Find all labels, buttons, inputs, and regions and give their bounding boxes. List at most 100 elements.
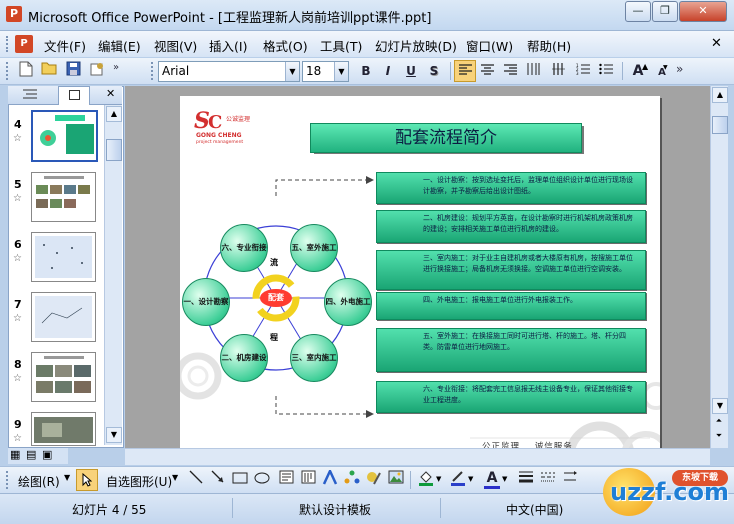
slide-thumbnail[interactable] [31,232,96,282]
flow-circle-power[interactable]: 四、外电施工 [324,278,372,326]
justify-icon[interactable] [523,61,543,81]
slide-thumbnail[interactable] [31,352,96,402]
decrease-font-button[interactable]: A [652,63,672,83]
scroll-down-icon[interactable]: ▼ [106,427,122,443]
drawbar-grip[interactable] [6,471,12,489]
menu-tools[interactable]: 工具(T) [320,36,362,55]
open-folder-icon[interactable] [39,61,59,81]
restore-button[interactable]: ❐ [652,1,678,22]
menu-view[interactable]: 视图(V) [154,36,197,55]
font-name-select[interactable]: Arial ▼ [158,61,300,82]
slide-thumbnail[interactable] [31,412,96,446]
horizontal-scrollbar[interactable] [125,448,710,465]
new-document-icon[interactable] [16,61,36,81]
select-objects-button[interactable] [76,469,98,491]
align-left-icon[interactable] [454,60,476,82]
bold-button[interactable]: B [356,61,376,81]
arrow-style-icon[interactable] [560,470,580,490]
slide-scrollbar[interactable]: ▲ ▼ ⏶ ⏷ [710,86,728,448]
document-icon[interactable]: P [15,35,33,53]
flow-circle-handover[interactable]: 六、专业衔接 [220,224,268,272]
insert-picture-icon[interactable] [386,470,406,490]
draw-menu-button[interactable]: 绘图(R) [18,473,60,490]
dash-style-icon[interactable] [538,470,558,490]
permission-icon[interactable] [87,61,107,81]
wordart-icon[interactable] [320,468,340,490]
step-box-indoor[interactable]: 三、室内施工：对于业主自建机房或者大楼原有机房，按搜施工单位进行换接施工；局备机… [376,250,646,290]
slide-canvas[interactable]: S C GONG CHENG project management 公诚监理 配… [180,96,660,456]
align-center-icon[interactable] [477,61,497,81]
previous-slide-icon[interactable]: ⏶ [712,414,726,428]
step-box-power[interactable]: 四、外电施工：报电施工单位进行外电报装工作。 [376,292,646,320]
menu-window[interactable]: 窗口(W) [466,36,513,55]
normal-view-icon[interactable]: ▦ [10,448,20,461]
menu-insert[interactable]: 插入(I) [209,36,247,55]
autoshapes-menu-button[interactable]: 自选图形(U) [106,473,172,490]
minimize-button[interactable]: — [625,1,651,22]
shadow-button[interactable]: S [424,61,444,81]
slides-tab[interactable] [58,86,90,105]
step-box-outdoor[interactable]: 五、室外施工：在换接施工同时可进行塔、杆的施工。塔、杆分四类。防雷单位进行地网施… [376,328,646,372]
save-icon[interactable] [63,61,83,81]
chevron-down-icon[interactable]: ▼ [502,475,507,483]
fill-color-icon[interactable] [416,470,436,490]
oval-tool-icon[interactable] [252,470,272,490]
toolbar-options-icon[interactable]: » [676,62,683,76]
slide-title[interactable]: 配套流程简介 [310,123,582,153]
step-box-room[interactable]: 二、机房建设：规划平方英亩，在设计勘察时进行机架机房政策机房的建设；安排相关施工… [376,210,646,243]
menu-edit[interactable]: 编辑(E) [98,36,141,55]
scroll-thumb[interactable] [712,116,728,134]
line-tool-icon[interactable] [186,470,206,490]
slideshow-view-icon[interactable]: ▣ [42,448,52,461]
menu-help[interactable]: 帮助(H) [527,36,571,55]
chevron-down-icon[interactable]: ▼ [436,475,441,483]
textbox-tool-icon[interactable] [276,470,296,490]
format-toolbar-grip[interactable] [151,62,157,80]
step-box-design[interactable]: 一、设计勘察：按到选址变托后，监理单位组织设计单位进行现场设计勘察，并予勘察后给… [376,172,646,204]
slide-sorter-view-icon[interactable]: ▤ [26,448,36,461]
line-color-icon[interactable] [448,470,468,490]
chevron-down-icon[interactable]: ▼ [334,62,348,81]
font-color-icon[interactable]: A [482,470,502,490]
menu-format[interactable]: 格式(O) [263,36,308,55]
scroll-down-icon[interactable]: ▼ [712,398,728,414]
chevron-down-icon[interactable]: ▼ [172,473,178,482]
rectangle-tool-icon[interactable] [230,470,250,490]
chevron-down-icon[interactable]: ▼ [285,62,299,81]
underline-button[interactable]: U [401,61,421,81]
powerpoint-app-icon[interactable]: P [6,6,22,22]
menu-file[interactable]: 文件(F) [44,36,86,55]
toolbar-grip[interactable] [6,62,12,80]
slides-pane-scrollbar[interactable]: ▲ ▼ [104,105,122,445]
line-style-icon[interactable] [516,470,536,490]
numbering-icon[interactable]: 123 [573,61,593,81]
next-slide-icon[interactable]: ⏷ [712,429,726,443]
step-box-handover[interactable]: 六、专业衔接：将配套完工信息报无线主设备专业，保证其他衔接专业工程进度。 [376,381,646,413]
chevron-down-icon[interactable]: ▼ [64,473,70,482]
italic-button[interactable]: I [378,61,398,81]
bullets-icon[interactable] [596,61,616,81]
chevron-down-icon[interactable]: ▼ [468,475,473,483]
arrow-tool-icon[interactable] [208,470,228,490]
flow-circle-indoor[interactable]: 三、室内施工 [290,334,338,382]
flow-circle-room[interactable]: 二、机房建设 [220,334,268,382]
font-size-select[interactable]: 18 ▼ [302,61,349,82]
slide-thumbnail[interactable] [31,110,98,162]
slide-thumbnail[interactable] [31,292,96,342]
toolbar-options-icon[interactable]: » [113,62,119,73]
distributed-icon[interactable] [548,61,568,81]
align-right-icon[interactable] [500,61,520,81]
scroll-thumb[interactable] [106,139,122,161]
scroll-up-icon[interactable]: ▲ [712,87,728,103]
close-button[interactable]: ✕ [679,1,727,22]
clipart-icon[interactable] [364,470,384,490]
close-document-button[interactable]: ✕ [711,36,722,51]
scroll-up-icon[interactable]: ▲ [106,106,122,122]
outline-tab-icon[interactable] [20,88,50,101]
vertical-textbox-icon[interactable] [298,470,318,490]
flow-circle-design[interactable]: 一、设计勘察 [182,278,230,326]
close-pane-icon[interactable]: ✕ [106,87,115,100]
menu-slideshow[interactable]: 幻灯片放映(D) [375,36,457,55]
menubar-grip[interactable] [6,36,12,52]
slide-thumbnail[interactable] [31,172,96,222]
